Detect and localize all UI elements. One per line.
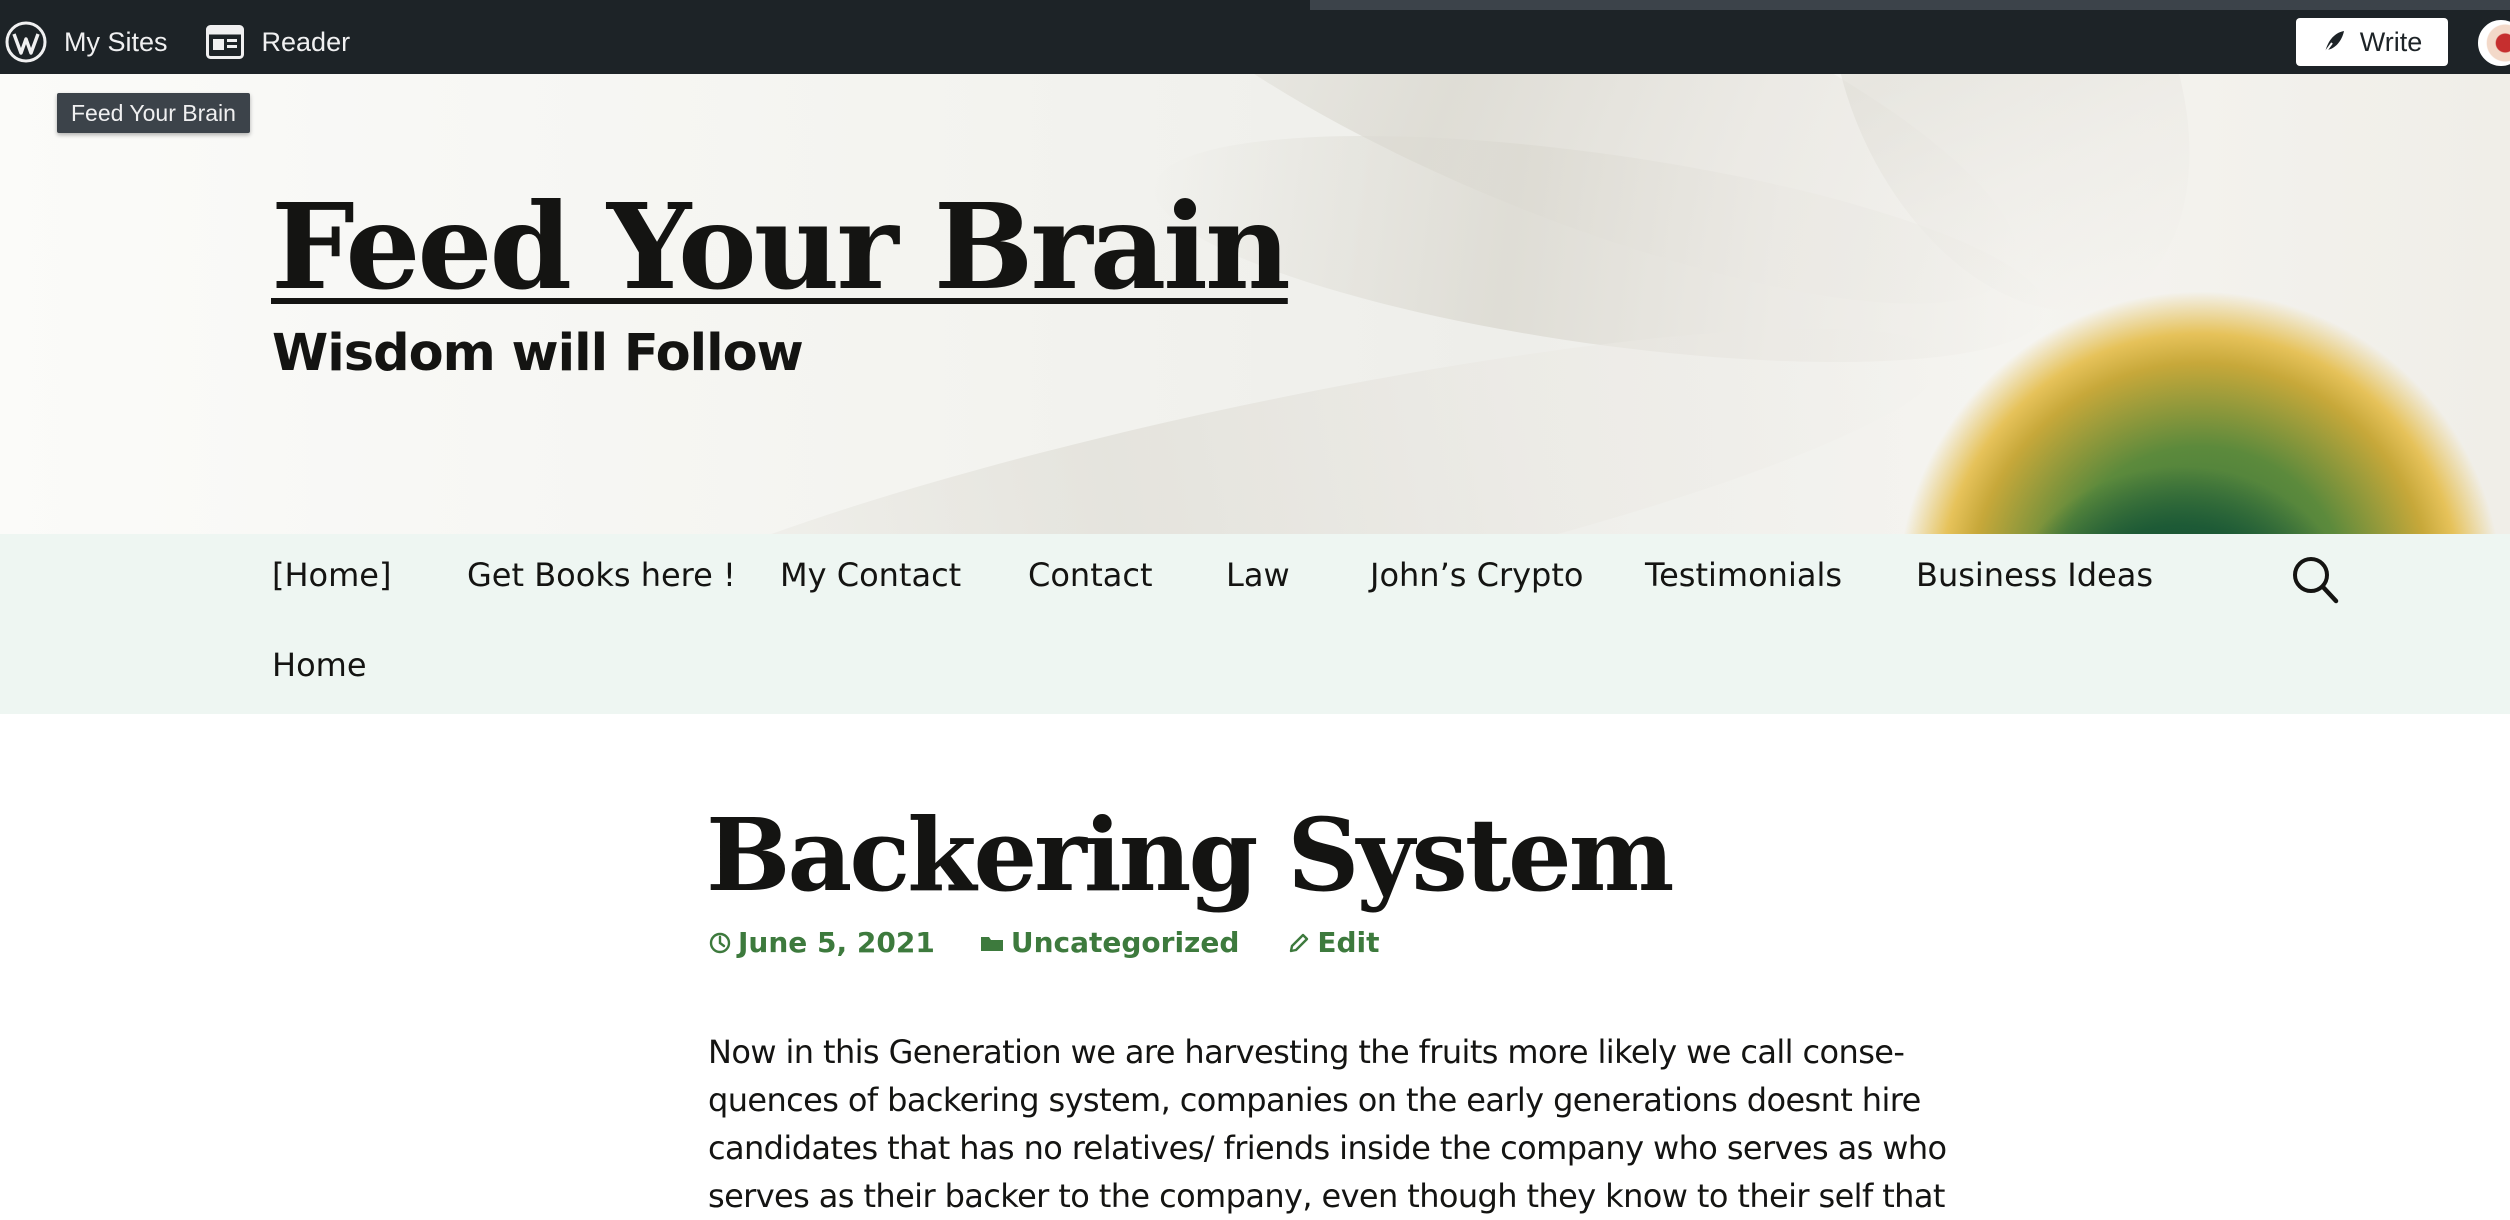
nav-item-johns-crypto[interactable]: John’s Crypto: [1370, 556, 1583, 594]
post-category: Uncategorized: [1010, 926, 1240, 959]
post-content-line: Now in this Generation we are harvesting…: [708, 1033, 1905, 1071]
nav-item-home-bracket[interactable]: [Home]: [272, 556, 391, 594]
site-tagline: Wisdom will Follow: [272, 324, 804, 383]
reader-icon: [205, 25, 244, 59]
reader-label: Reader: [261, 26, 351, 57]
folder-icon: [979, 932, 1005, 954]
nav-item-testimonials[interactable]: Testimonials: [1645, 556, 1842, 594]
post-date-link[interactable]: June 5, 2021: [708, 926, 935, 959]
search-icon: [2290, 557, 2340, 610]
post-content: Now in this Generation we are harvesting…: [708, 1028, 1947, 1220]
nav-item-business-ideas[interactable]: Business Ideas: [1916, 556, 2153, 594]
post-content-line: quences of backering system, companies o…: [708, 1081, 1921, 1119]
admin-bar: My Sites Reader Write: [0, 0, 2510, 74]
nav-item-my-contact[interactable]: My Contact: [780, 556, 961, 594]
nav-item-get-books[interactable]: Get Books here !: [467, 556, 736, 594]
loading-progress-bar: [1310, 0, 2510, 10]
post-edit-label: Edit: [1317, 926, 1380, 959]
nav-item-contact[interactable]: Contact: [1028, 556, 1153, 594]
nav-item-law[interactable]: Law: [1226, 556, 1290, 594]
my-sites-label: My Sites: [64, 26, 168, 57]
avatar[interactable]: [2478, 20, 2510, 66]
site-header: Feed Your Brain Wisdom will Follow: [0, 74, 2510, 534]
write-label: Write: [2359, 26, 2423, 57]
wordpress-logo-icon: [4, 20, 48, 64]
reader-button[interactable]: Reader: [205, 10, 351, 74]
post-edit-link[interactable]: Edit: [1287, 926, 1380, 959]
post-content-line: candidates that has no relatives/ friend…: [708, 1129, 1947, 1167]
site-tooltip: Feed Your Brain: [57, 93, 250, 133]
site-title-link[interactable]: Feed Your Brain: [271, 182, 1291, 312]
clock-icon: [708, 931, 732, 955]
post-meta: June 5, 2021 Uncategorized Edit: [708, 926, 1380, 959]
nav-item-home[interactable]: Home: [272, 646, 367, 684]
post-date: June 5, 2021: [738, 926, 935, 959]
primary-navigation: [Home] Get Books here ! My Contact Conta…: [0, 534, 2510, 714]
quill-icon: [2322, 29, 2346, 55]
admin-bar-left: My Sites Reader: [0, 10, 350, 74]
my-sites-button[interactable]: My Sites: [0, 10, 168, 74]
pencil-icon: [1287, 931, 1311, 955]
post-category-link[interactable]: Uncategorized: [979, 926, 1240, 959]
write-button[interactable]: Write: [2296, 18, 2448, 66]
post-title: Backering System: [706, 796, 1674, 914]
search-button[interactable]: [2290, 554, 2340, 606]
post-content-line: serves as their backer to the company, e…: [708, 1177, 1945, 1215]
